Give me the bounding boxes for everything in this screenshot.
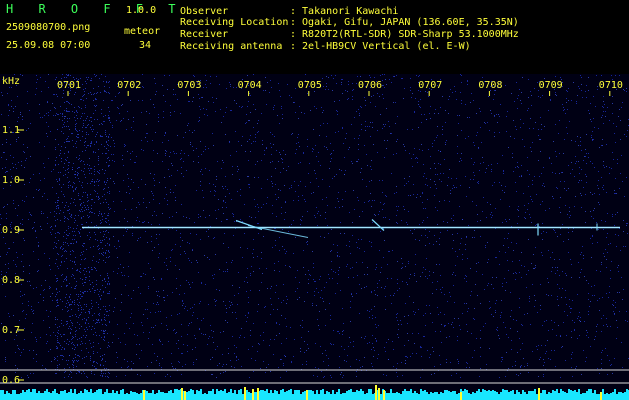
x-tick-label: 0701 [57, 80, 81, 91]
info-value-location: : Ogaki, Gifu, JAPAN (136.60E, 35.35N) [290, 17, 519, 28]
file-name: 2509080700.png [6, 22, 91, 33]
y-axis-label: kHz [2, 76, 20, 87]
spectrogram: kHz 0701 0702 0703 0704 0705 0706 0707 0708 0709… [0, 74, 629, 400]
x-tick-label: 0706 [358, 80, 382, 91]
x-tick-label: 0708 [478, 80, 502, 91]
datetime: 25.09.08 07:00 [6, 40, 91, 51]
info-value-antenna: : 2el-HB9CV Vertical (el. E-W) [290, 41, 471, 52]
app-version: 1.0.0 [126, 5, 157, 16]
meteor-level-bar [600, 392, 602, 400]
x-tick-label: 0705 [298, 80, 322, 91]
y-tick-label: 0.8 [2, 275, 20, 286]
meteor-level-bar [257, 388, 259, 400]
meteor-level-bar [184, 391, 186, 400]
spectrogram-background [0, 74, 629, 400]
meteor-level-bar [244, 387, 246, 400]
y-tick-label: 1.1 [2, 125, 20, 136]
info-value-observer: : Takanori Kawachi [290, 6, 399, 17]
meteor-level-bar [383, 390, 385, 400]
info-label-receiver: Receiver [180, 29, 229, 40]
y-tick-label: 1.0 [2, 175, 20, 186]
x-tick-label: 0704 [238, 80, 262, 91]
y-tick-label: 0.7 [2, 325, 20, 336]
meteor-level-bar [375, 385, 377, 400]
y-tick-label: 0.6 [2, 375, 20, 386]
meteor-level-bar [460, 392, 462, 400]
x-tick-label: 0710 [599, 80, 623, 91]
meteor-level-bar [181, 388, 183, 400]
info-label-location: Receiving Location [180, 17, 289, 28]
meteor-label: meteor [124, 26, 161, 37]
info-value-receiver: : R820T2(RTL-SDR) SDR-Sharp 53.1000MHz [290, 29, 519, 40]
x-tick-label: 0707 [418, 80, 442, 91]
meteor-level-bar [252, 389, 254, 400]
app-logo: H R O F F T [6, 2, 185, 16]
x-tick-label: 0703 [177, 80, 201, 91]
info-label-observer: Observer [180, 6, 229, 17]
meteor-level-bar [378, 388, 380, 400]
meteor-count: 34 [139, 40, 152, 51]
info-label-antenna: Receiving antenna [180, 41, 283, 52]
header-panel: H R O F F T 1.0.0 2509080700.png meteor … [0, 0, 629, 70]
meteor-level-bar [143, 390, 145, 400]
meteor-level-bar [306, 390, 308, 400]
y-tick-label: 0.9 [2, 225, 20, 236]
meteor-level-bar [538, 388, 540, 400]
x-tick-label: 0702 [117, 80, 141, 91]
x-tick-label: 0709 [539, 80, 563, 91]
